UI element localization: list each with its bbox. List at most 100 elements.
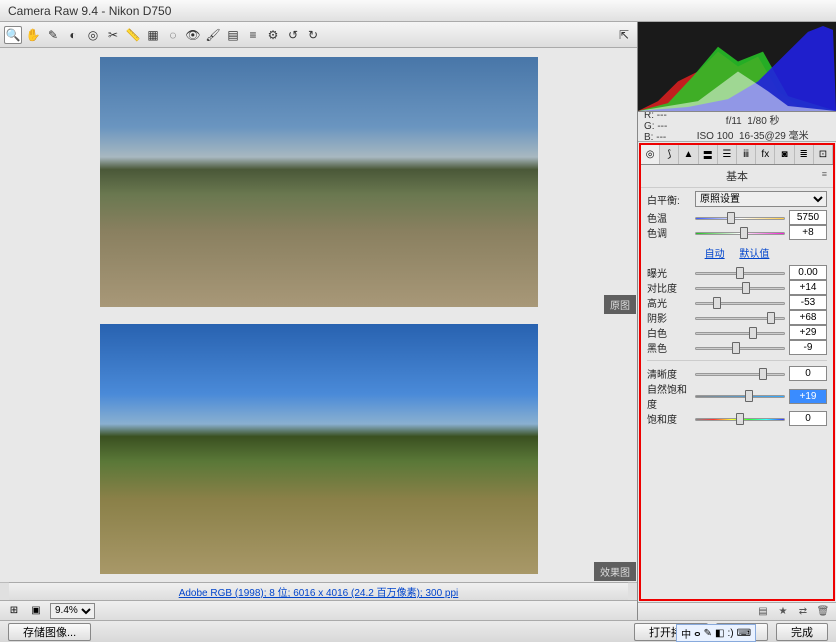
clarity-slider[interactable]	[695, 367, 785, 381]
temp-slider[interactable]	[695, 211, 785, 225]
contrast-value[interactable]	[789, 280, 827, 295]
radial-filter-icon[interactable]: ≡	[244, 26, 262, 44]
tab-camera[interactable]: ◙	[775, 145, 794, 164]
preview-original[interactable]: 原图	[0, 48, 637, 315]
blacks-slider[interactable]	[695, 341, 785, 355]
white-balance-tool-icon[interactable]: ✎	[44, 26, 62, 44]
tab-snapshots[interactable]: ⊡	[814, 145, 833, 164]
clarity-value[interactable]	[789, 366, 827, 381]
saturation-slider[interactable]	[695, 412, 785, 426]
slider-row-clarity: 清晰度	[647, 366, 827, 381]
whites-slider[interactable]	[695, 326, 785, 340]
whites-label: 白色	[647, 325, 691, 340]
saturation-value[interactable]	[789, 411, 827, 426]
temp-label: 色温	[647, 210, 691, 225]
histogram[interactable]	[638, 22, 836, 112]
vibrance-value[interactable]	[789, 389, 827, 404]
saturation-label: 饱和度	[647, 411, 691, 426]
wb-select[interactable]: 原照设置	[695, 191, 827, 207]
tab-lens[interactable]: ⅲ	[737, 145, 756, 164]
preview-result[interactable]: 效果图	[0, 315, 637, 582]
panel-menu-icon[interactable]: ≡	[822, 169, 827, 179]
save-image-button[interactable]: 存储图像...	[8, 623, 91, 641]
tab-fx[interactable]: fx	[756, 145, 775, 164]
exposure-value[interactable]	[789, 265, 827, 280]
rotate-cw-icon[interactable]: ↻	[304, 26, 322, 44]
rating-icon[interactable]: ★	[776, 606, 790, 617]
shadows-slider[interactable]	[695, 311, 785, 325]
clarity-label: 清晰度	[647, 366, 691, 381]
trash-icon[interactable]: 🗑	[816, 606, 830, 617]
titlebar: Camera Raw 9.4 - Nikon D750	[0, 0, 836, 22]
slider-row-vibrance: 自然饱和度	[647, 381, 827, 411]
vibrance-label: 自然饱和度	[647, 381, 691, 411]
tint-value[interactable]	[789, 225, 827, 240]
exif-readout: R: --- G: --- B: --- f/11 1/80 秒 ISO 100…	[638, 112, 836, 142]
shadows-value[interactable]	[789, 310, 827, 325]
slider-row-highlights: 高光	[647, 295, 827, 310]
slider-row-blacks: 黑色	[647, 340, 827, 355]
panel-tabs: ◎ ⟆ ▲ 〓 ☰ ⅲ fx ◙ ≣ ⊡	[641, 145, 833, 165]
highlights-value[interactable]	[789, 295, 827, 310]
tab-presets[interactable]: ≣	[795, 145, 814, 164]
targeted-adjust-tool-icon[interactable]: ◎	[84, 26, 102, 44]
sync-icon[interactable]: ⇄	[796, 606, 810, 617]
slider-row-contrast: 对比度	[647, 280, 827, 295]
tab-detail[interactable]: ▲	[679, 145, 698, 164]
tab-basic[interactable]: ◎	[641, 145, 660, 164]
transform-tool-icon[interactable]: ▦	[144, 26, 162, 44]
color-sampler-tool-icon[interactable]: ◐	[64, 26, 82, 44]
vibrance-slider[interactable]	[695, 389, 785, 403]
slider-row-tint: 色调	[647, 225, 827, 240]
tint-label: 色调	[647, 225, 691, 240]
tab-curve[interactable]: ⟆	[660, 145, 679, 164]
done-button[interactable]: 完成	[776, 623, 828, 641]
temp-value[interactable]	[789, 210, 827, 225]
exposure-slider[interactable]	[695, 266, 785, 280]
workflow-options-link[interactable]: Adobe RGB (1998); 8 位; 6016 x 4016 (24.2…	[9, 582, 628, 600]
shadows-label: 阴影	[647, 310, 691, 325]
original-badge: 原图	[604, 295, 636, 314]
crop-tool-icon[interactable]: ✂	[104, 26, 122, 44]
highlights-slider[interactable]	[695, 296, 785, 310]
straighten-tool-icon[interactable]: 📏	[124, 26, 142, 44]
default-link[interactable]: 默认值	[739, 249, 769, 260]
filmstrip-toggle-icon[interactable]: ▤	[756, 606, 770, 617]
zoom-bar: ⊞ ▣ 9.4%	[0, 600, 637, 620]
preview-area: 原图 效果图	[0, 48, 637, 582]
auto-link[interactable]: 自动	[705, 249, 725, 260]
zoom-tool-icon[interactable]: 🔍	[4, 26, 22, 44]
slider-row-shadows: 阴影	[647, 310, 827, 325]
wb-label: 白平衡:	[647, 192, 691, 207]
spot-removal-tool-icon[interactable]: ◌	[164, 26, 182, 44]
toggle-preview-mode-icon[interactable]: ⇱	[615, 26, 633, 44]
whites-value[interactable]	[789, 325, 827, 340]
top-toolbar: 🔍 ✋ ✎ ◐ ◎ ✂ 📏 ▦ ◌ 👁 🖌 ▤ ≡ ⚙ ↺ ↻ ⇱	[0, 22, 637, 48]
zoom-select[interactable]: 9.4%	[50, 603, 95, 619]
blacks-label: 黑色	[647, 340, 691, 355]
slider-row-exposure: 曝光	[647, 265, 827, 280]
preferences-icon[interactable]: ⚙	[264, 26, 282, 44]
red-eye-tool-icon[interactable]: 👁	[184, 26, 202, 44]
tint-slider[interactable]	[695, 226, 785, 240]
slider-row-temp: 色温	[647, 210, 827, 225]
tab-split[interactable]: ☰	[718, 145, 737, 164]
hand-tool-icon[interactable]: ✋	[24, 26, 42, 44]
exposure-label: 曝光	[647, 265, 691, 280]
zoom-levels-icon[interactable]: ⊞	[6, 605, 22, 616]
slider-row-whites: 白色	[647, 325, 827, 340]
fit-view-icon[interactable]: ▣	[28, 605, 44, 616]
filmstrip-bar: ▤ ★ ⇄ 🗑	[638, 602, 836, 620]
tab-hsl[interactable]: 〓	[699, 145, 718, 164]
contrast-label: 对比度	[647, 280, 691, 295]
window-title: Camera Raw 9.4 - Nikon D750	[8, 4, 171, 18]
graduated-filter-icon[interactable]: ▤	[224, 26, 242, 44]
rotate-ccw-icon[interactable]: ↺	[284, 26, 302, 44]
basic-panel: 白平衡: 原照设置 色温 色调 自动 默认值 曝光 对比度	[641, 188, 833, 599]
adjustment-brush-icon[interactable]: 🖌	[204, 26, 222, 44]
blacks-value[interactable]	[789, 340, 827, 355]
ime-bar[interactable]: 中ⴰ✎◧:)⌨	[676, 624, 756, 642]
highlights-label: 高光	[647, 295, 691, 310]
contrast-slider[interactable]	[695, 281, 785, 295]
result-badge: 效果图	[594, 562, 636, 581]
